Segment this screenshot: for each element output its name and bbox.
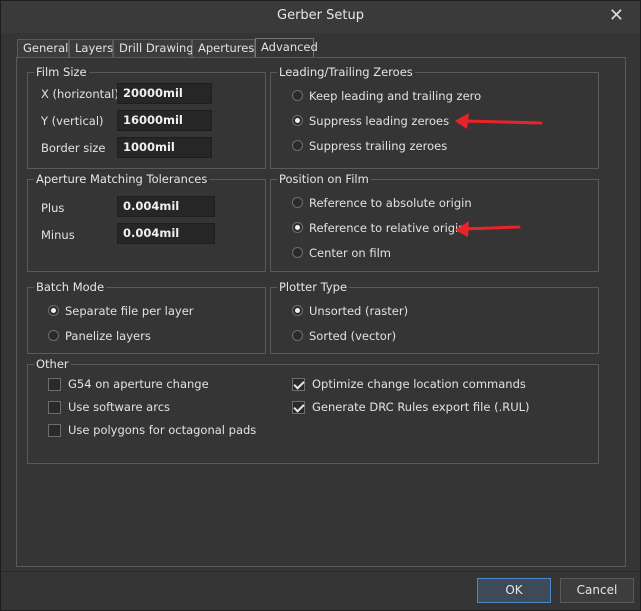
suppress-leading-radio[interactable]	[292, 115, 303, 126]
suppress-leading-radio-row[interactable]: Suppress leading zeroes	[292, 113, 592, 129]
octagonal-pads-label: Use polygons for octagonal pads	[68, 423, 257, 437]
ok-button[interactable]: OK	[477, 578, 551, 603]
absolute-origin-radio-row[interactable]: Reference to absolute origin	[292, 195, 592, 211]
y-vertical-label: Y (vertical)	[41, 114, 104, 128]
absolute-origin-radio[interactable]	[292, 197, 303, 208]
border-size-label: Border size	[41, 141, 106, 155]
keep-zeros-label: Keep leading and trailing zero	[309, 89, 482, 103]
aperture-tolerances-group: Aperture Matching Tolerances Plus 0.004m…	[27, 172, 266, 272]
separate-file-radio[interactable]	[48, 305, 59, 316]
software-arcs-check-row[interactable]: Use software arcs	[48, 400, 288, 416]
drc-rules-check-row[interactable]: Generate DRC Rules export file (.RUL)	[292, 400, 592, 416]
optimize-location-check-row[interactable]: Optimize change location commands	[292, 377, 592, 393]
dialog-title: Gerber Setup	[277, 8, 364, 23]
tab-layers[interactable]: Layers	[69, 39, 113, 57]
octagonal-pads-check-row[interactable]: Use polygons for octagonal pads	[48, 423, 288, 439]
tab-apertures[interactable]: Apertures	[192, 39, 255, 57]
unsorted-raster-radio[interactable]	[292, 305, 303, 316]
center-on-film-radio[interactable]	[292, 247, 303, 258]
aperture-tolerances-title: Aperture Matching Tolerances	[34, 172, 210, 186]
center-on-film-radio-row[interactable]: Center on film	[292, 245, 592, 261]
sorted-vector-label: Sorted (vector)	[309, 329, 397, 343]
leading-trailing-group: Leading/Trailing Zeroes Keep leading and…	[270, 65, 599, 169]
sorted-vector-radio[interactable]	[292, 330, 303, 341]
footer-separator	[1, 571, 640, 572]
x-horizontal-field[interactable]: 20000mil	[117, 83, 212, 104]
batch-mode-title: Batch Mode	[34, 280, 107, 294]
tab-general[interactable]: General	[17, 39, 69, 57]
plus-field[interactable]: 0.004mil	[117, 196, 215, 217]
separate-file-radio-row[interactable]: Separate file per layer	[48, 303, 258, 319]
x-horizontal-label: X (horizontal)	[41, 87, 119, 101]
optimize-location-checkbox[interactable]	[292, 378, 305, 391]
plotter-type-group: Plotter Type Unsorted (raster) Sorted (v…	[270, 280, 599, 354]
suppress-trailing-label: Suppress trailing zeroes	[309, 139, 448, 153]
drc-rules-checkbox[interactable]	[292, 401, 305, 414]
annotation-arrow-relative	[455, 221, 521, 237]
relative-origin-radio-row[interactable]: Reference to relative origin	[292, 220, 592, 236]
close-icon[interactable]: ✕	[609, 5, 624, 26]
position-on-film-group: Position on Film Reference to absolute o…	[270, 172, 599, 272]
tab-advanced[interactable]: Advanced	[255, 38, 318, 58]
minus-label: Minus	[41, 228, 75, 242]
relative-origin-radio[interactable]	[292, 222, 303, 233]
keep-zeros-radio-row[interactable]: Keep leading and trailing zero	[292, 88, 592, 104]
plus-label: Plus	[41, 201, 65, 215]
software-arcs-label: Use software arcs	[68, 400, 171, 414]
panelize-layers-radio[interactable]	[48, 330, 59, 341]
suppress-trailing-radio[interactable]	[292, 140, 303, 151]
octagonal-pads-checkbox[interactable]	[48, 424, 61, 437]
title-bar: Gerber Setup ✕	[1, 1, 640, 33]
minus-field[interactable]: 0.004mil	[117, 223, 215, 244]
other-title: Other	[34, 357, 71, 371]
suppress-trailing-radio-row[interactable]: Suppress trailing zeroes	[292, 138, 592, 154]
g54-checkbox[interactable]	[48, 378, 61, 391]
software-arcs-checkbox[interactable]	[48, 401, 61, 414]
border-size-field[interactable]: 1000mil	[117, 137, 212, 158]
unsorted-raster-label: Unsorted (raster)	[309, 304, 409, 318]
relative-origin-label: Reference to relative origin	[309, 221, 466, 235]
y-vertical-field[interactable]: 16000mil	[117, 110, 212, 131]
absolute-origin-label: Reference to absolute origin	[309, 196, 472, 210]
suppress-leading-label: Suppress leading zeroes	[309, 114, 450, 128]
tab-drill-drawing[interactable]: Drill Drawing	[113, 39, 194, 57]
panelize-layers-label: Panelize layers	[65, 329, 151, 343]
batch-mode-group: Batch Mode Separate file per layer Panel…	[27, 280, 266, 354]
unsorted-raster-radio-row[interactable]: Unsorted (raster)	[292, 303, 592, 319]
position-on-film-title: Position on Film	[277, 172, 371, 186]
other-group: Other G54 on aperture change Use softwar…	[27, 357, 599, 464]
drc-rules-label: Generate DRC Rules export file (.RUL)	[312, 400, 530, 414]
center-on-film-label: Center on film	[309, 246, 391, 260]
annotation-arrow-leading	[455, 113, 543, 129]
separate-file-label: Separate file per layer	[65, 304, 194, 318]
plotter-type-title: Plotter Type	[277, 280, 350, 294]
gerber-setup-dialog: Gerber Setup ✕ General Layers Drill Draw…	[0, 0, 641, 611]
film-size-group: Film Size X (horizontal) 20000mil Y (ver…	[27, 65, 266, 169]
optimize-location-label: Optimize change location commands	[312, 377, 526, 391]
film-size-title: Film Size	[34, 65, 89, 79]
g54-check-row[interactable]: G54 on aperture change	[48, 377, 288, 393]
leading-trailing-title: Leading/Trailing Zeroes	[277, 65, 415, 79]
panelize-layers-radio-row[interactable]: Panelize layers	[48, 328, 258, 344]
g54-label: G54 on aperture change	[68, 377, 209, 391]
sorted-vector-radio-row[interactable]: Sorted (vector)	[292, 328, 592, 344]
cancel-button[interactable]: Cancel	[560, 578, 634, 603]
keep-zeros-radio[interactable]	[292, 90, 303, 101]
